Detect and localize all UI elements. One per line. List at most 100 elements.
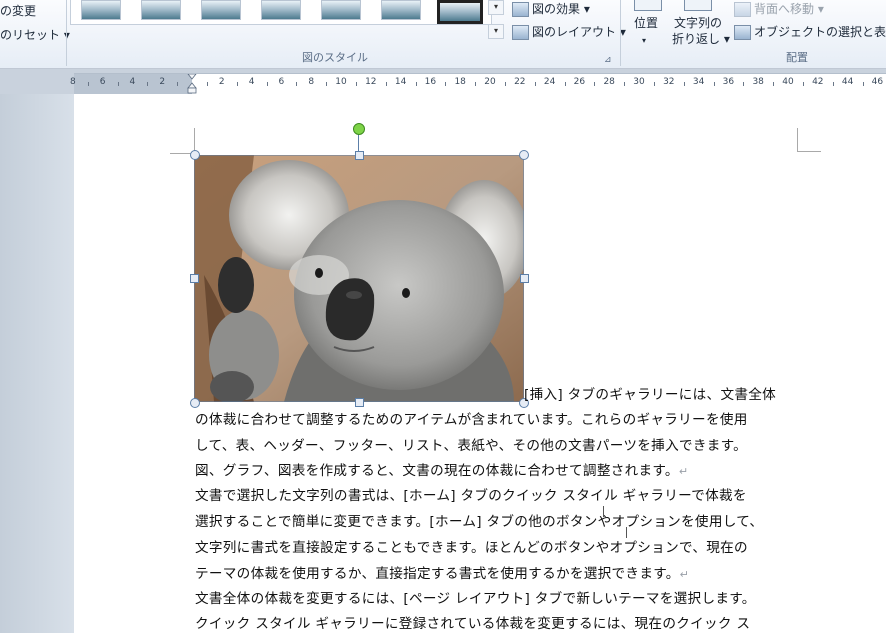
ruler-minor-tick [564,82,566,86]
ruler-label: 30 [633,77,645,87]
ribbon-separator [620,0,621,66]
text-line: クイック スタイル ギャラリーに登録されている体裁を変更するには、現在のクイック… [195,616,751,632]
text-line: 図、グラフ、図表を作成すると、文書の現在の体裁に合わせて調整されます。↵ [195,463,689,479]
paragraph-mark: ↵ [678,465,689,478]
text-line: [挿入] タブのギャラリーには、文書全体 [524,387,777,403]
ruler-minor-tick [683,82,685,86]
picture-styles-group-label: 図のスタイル [302,51,368,64]
koala-image [194,155,524,402]
ruler-label: 36 [722,77,735,87]
ruler-label: 46 [871,77,884,87]
resize-handle-top[interactable] [355,151,364,160]
text-line: 選択することで簡単に変更できます。[ホーム] タブの他のボタンやオプションを使用… [195,514,764,530]
wrap-text-icon [684,0,712,11]
horizontal-ruler[interactable]: 8 6 4 2 2 4 6 8 10 12 14 16 18 20 22 24 26 28 30 32 34 36 38 40… [70,73,886,95]
ruler-minor-tick [624,82,626,86]
ruler-label: 6 [278,77,285,87]
ruler-label: 16 [424,77,437,87]
paragraph-mark: ↵ [679,568,690,581]
ruler-label: 26 [573,77,586,87]
ruler-minor-tick [147,82,149,86]
picture-style-thumb-selected[interactable] [437,0,483,24]
resize-handle-right[interactable] [520,274,529,283]
ruler-minor-tick [713,82,715,86]
gallery-scroll-down-button[interactable]: ▾ [488,0,504,15]
picture-effects-icon [512,2,529,17]
ruler-label: 4 [248,77,255,87]
koala-picture[interactable] [194,155,524,402]
ruler-minor-tick [504,82,506,86]
ruler-label: 42 [812,77,824,87]
picture-style-thumb[interactable] [81,0,121,20]
picture-style-thumb[interactable] [141,0,181,20]
ruler-label: 12 [365,77,377,87]
position-icon [634,0,662,11]
ruler-minor-tick [475,82,477,86]
ruler-minor-tick [415,82,417,86]
change-picture-button[interactable]: の変更 [0,4,36,18]
send-backward-button[interactable]: 背面へ移動 ▾ [734,2,824,17]
resize-handle-bottom[interactable] [355,398,364,407]
picture-layout-button[interactable]: 図のレイアウト ▾ [512,25,626,40]
resize-handle-bottom-left[interactable] [190,398,200,408]
document-background [0,94,74,633]
ruler-minor-tick [117,82,119,86]
ruler-label: 32 [663,77,675,87]
selection-pane-icon [734,25,751,40]
dialog-launcher-icon[interactable]: ⊿ [604,54,612,66]
ruler-label: 4 [129,77,136,87]
picture-effects-button[interactable]: 図の効果 ▾ [512,2,590,17]
ruler-label: 2 [218,77,225,87]
ruler-minor-tick [832,82,834,86]
text-cursor-ibeam [626,527,627,538]
ruler-label: 24 [543,77,556,87]
crop-mark [797,151,821,152]
text-line: 文書で選択した文字列の書式は、[ホーム] タブのクイック スタイル ギャラリーで… [195,488,747,504]
ruler-minor-tick [653,82,655,86]
ruler-label: 28 [603,77,615,87]
text-line: して、表、ヘッダー、フッター、リスト、表紙や、その他の文書パーツを挿入できます。 [195,438,748,454]
wrap-text-label[interactable]: 文字列の [674,16,722,30]
ruler-label: 8 [69,77,76,87]
wrap-text-button[interactable]: 折り返し ▾ [672,32,730,46]
ruler-label: 8 [308,77,315,87]
ruler-label: 6 [99,77,106,87]
ruler-label: 40 [782,77,794,87]
picture-style-thumb[interactable] [321,0,361,20]
position-dropdown-arrow[interactable]: ▾ [642,34,646,48]
indent-marker-icon[interactable] [187,74,197,94]
ruler-minor-tick [355,82,357,86]
text-line: 文書全体の体裁を変更するには、[ページ レイアウト] タブで新しいテーマを選択し… [195,591,756,607]
selection-pane-button[interactable]: オブジェクトの選択と表示 [734,25,886,40]
ribbon-separator [66,0,67,66]
ruler-label: 34 [692,77,705,87]
text-line: の体裁に合わせて調整するためのアイテムが含まれています。これらのギャラリーを使用 [195,412,748,428]
ruler-minor-tick [773,82,775,86]
ruler-label: 2 [159,77,166,87]
ruler-minor-tick [206,82,208,86]
picture-style-thumb[interactable] [381,0,421,20]
reset-picture-button[interactable]: のリセット ▾ [0,28,70,42]
ruler-label: 22 [514,77,526,87]
ruler-label: 38 [752,77,764,87]
ruler-minor-tick [743,82,745,86]
ruler-label: 44 [841,77,854,87]
position-button[interactable]: 位置 [634,16,658,30]
resize-handle-top-right[interactable] [519,150,529,160]
picture-style-thumb[interactable] [261,0,301,20]
picture-styles-gallery [70,0,492,25]
ruler-label: 14 [394,77,407,87]
resize-handle-top-left[interactable] [190,150,200,160]
text-line: 文字列に書式を直接設定することもできます。ほとんどのボタンやオプションで、現在の [195,540,748,556]
ruler-minor-tick [802,82,804,86]
arrange-group-label: 配置 [786,51,808,64]
gallery-more-button[interactable]: ▾ [488,24,504,39]
ruler-minor-tick [266,82,268,86]
resize-handle-left[interactable] [190,274,199,283]
send-backward-icon [734,2,751,17]
ruler-minor-tick [385,82,387,86]
rotation-handle[interactable] [353,123,365,135]
picture-style-thumb[interactable] [201,0,241,20]
ruler-minor-tick [87,82,89,86]
ruler-minor-tick [296,82,298,86]
